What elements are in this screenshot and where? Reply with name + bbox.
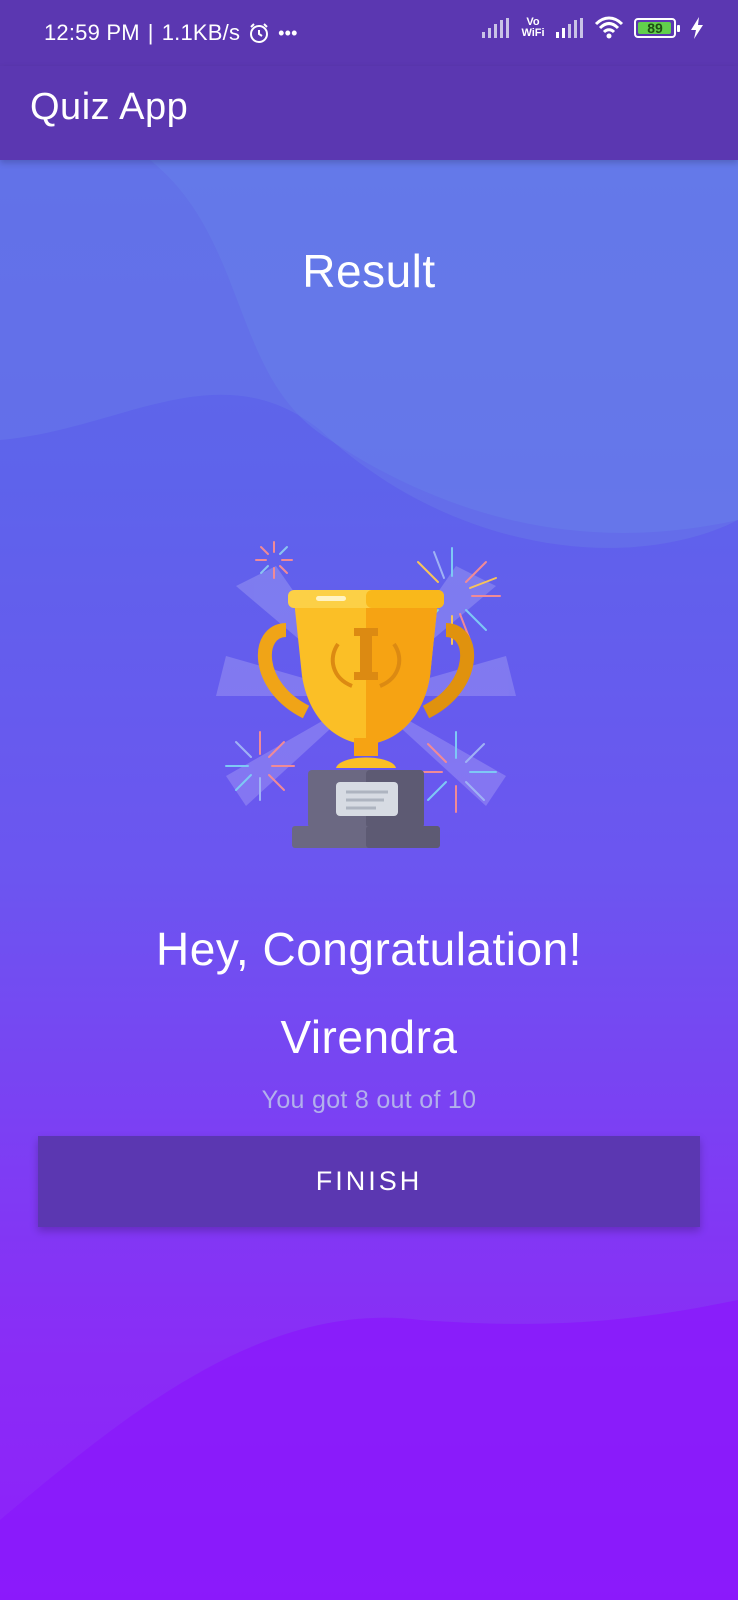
congratulation-text: Hey, Congratulation! [156, 923, 582, 975]
trophy-icon [216, 541, 516, 848]
wifi-icon [594, 16, 624, 39]
user-name: Virendra [280, 1011, 458, 1063]
result-heading: Result [302, 245, 436, 297]
charging-icon [691, 17, 703, 39]
score-text: You got 8 out of 10 [261, 1086, 477, 1114]
status-time: 12:59 PM [44, 20, 140, 45]
vowifi-icon: Vo WiFi [520, 17, 546, 39]
signal-icon [482, 18, 509, 38]
network-speed: 1.1KB/s [161, 20, 241, 45]
vowifi-bottom: WiFi [521, 27, 545, 39]
finish-button[interactable]: FINISH [38, 1136, 700, 1227]
alarm-icon [250, 23, 269, 43]
status-divider: | [147, 20, 154, 45]
app-title: Quiz App [30, 86, 189, 128]
battery-level: 89 [647, 20, 663, 36]
status-right: Vo WiFi 89 [482, 16, 704, 40]
app-bar: Quiz App [0, 66, 738, 160]
signal-icon [556, 18, 583, 38]
status-left: 12:59 PM | 1.1KB/s ••• [44, 20, 298, 46]
result-screen: 12:59 PM | 1.1KB/s ••• Vo WiFi 89 Quiz A… [0, 0, 738, 1600]
battery-icon: 89 [634, 18, 680, 38]
more-notifications-icon: ••• [278, 22, 298, 43]
status-bar: 12:59 PM | 1.1KB/s ••• Vo WiFi 89 [0, 0, 738, 66]
